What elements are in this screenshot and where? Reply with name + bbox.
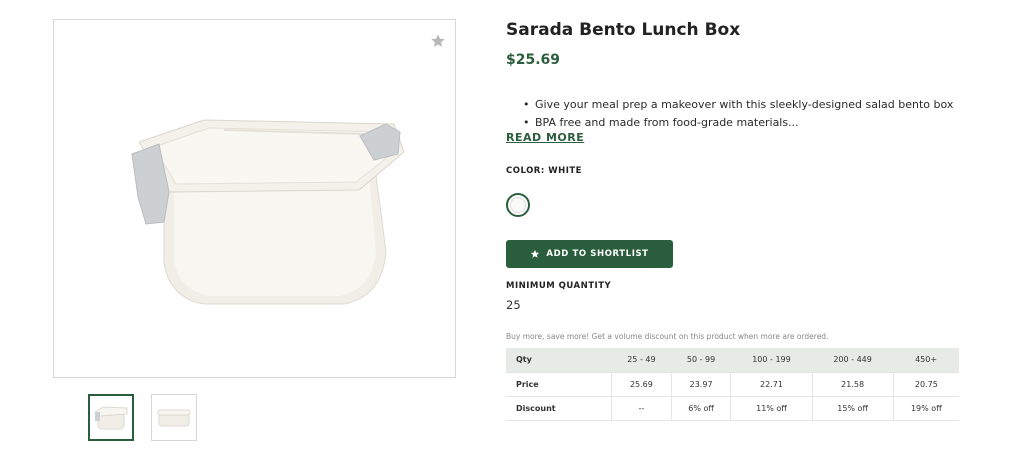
- table-cell: 21.58: [812, 372, 894, 396]
- add-to-shortlist-button[interactable]: ADD TO SHORTLIST: [506, 240, 673, 268]
- table-cell: 50 - 99: [686, 355, 716, 365]
- table-row: Price 25.69 23.97 22.71 21.58 20.75: [506, 372, 959, 396]
- thumbnail-1[interactable]: [88, 394, 134, 441]
- table-cell: --: [611, 396, 672, 420]
- table-cell: Price: [506, 372, 613, 396]
- table-cell: Discount: [506, 396, 613, 420]
- table-cell: 19% off: [910, 403, 942, 413]
- table-header-row: Qty 25 - 49 50 - 99 100 - 199 200 - 449 …: [506, 348, 959, 372]
- swatch-fill: [510, 197, 526, 213]
- volume-pricing-table: Qty 25 - 49 50 - 99 100 - 199 200 - 449 …: [506, 348, 959, 421]
- product-title: Sarada Bento Lunch Box: [506, 20, 741, 40]
- table-cell: 15% off: [812, 396, 894, 420]
- shortlist-label: ADD TO SHORTLIST: [546, 249, 649, 259]
- minimum-quantity-label: MINIMUM QUANTITY: [506, 281, 612, 291]
- thumbnail-2[interactable]: [151, 394, 197, 441]
- table-cell: 100 - 199: [752, 355, 791, 365]
- volume-discount-note: Buy more, save more! Get a volume discou…: [506, 332, 829, 341]
- table-cell: 22.71: [730, 372, 813, 396]
- read-more-link[interactable]: READ MORE: [506, 131, 584, 144]
- lunch-box-thumbnail-image: [157, 409, 191, 426]
- table-cell: 450+: [915, 355, 938, 365]
- star-icon: [431, 34, 445, 47]
- product-description-list: Give your meal prep a makeover with this…: [523, 96, 953, 132]
- minimum-quantity-value: 25: [506, 298, 521, 312]
- table-cell: 25 - 49: [627, 355, 656, 365]
- lunch-box-thumbnail-image: [94, 405, 128, 429]
- product-price: $25.69: [506, 52, 561, 68]
- star-icon: [531, 249, 540, 258]
- color-label: COLOR: WHITE: [506, 166, 582, 176]
- table-row: Discount -- 6% off 11% off 15% off 19% o…: [506, 396, 959, 420]
- table-cell: 23.97: [671, 372, 732, 396]
- table-cell: 200 - 449: [833, 355, 872, 365]
- table-cell: 20.75: [914, 379, 938, 389]
- table-cell: 6% off: [671, 396, 732, 420]
- main-product-image: [53, 19, 456, 378]
- description-bullet: Give your meal prep a makeover with this…: [523, 96, 953, 114]
- table-cell: 25.69: [611, 372, 672, 396]
- lunch-box-image: [131, 119, 405, 305]
- table-cell: 11% off: [730, 396, 813, 420]
- description-bullet: BPA free and made from food-grade materi…: [523, 114, 953, 132]
- color-swatch-white[interactable]: [506, 193, 530, 217]
- table-cell: Qty: [516, 355, 532, 365]
- favorite-star-button[interactable]: [429, 32, 447, 50]
